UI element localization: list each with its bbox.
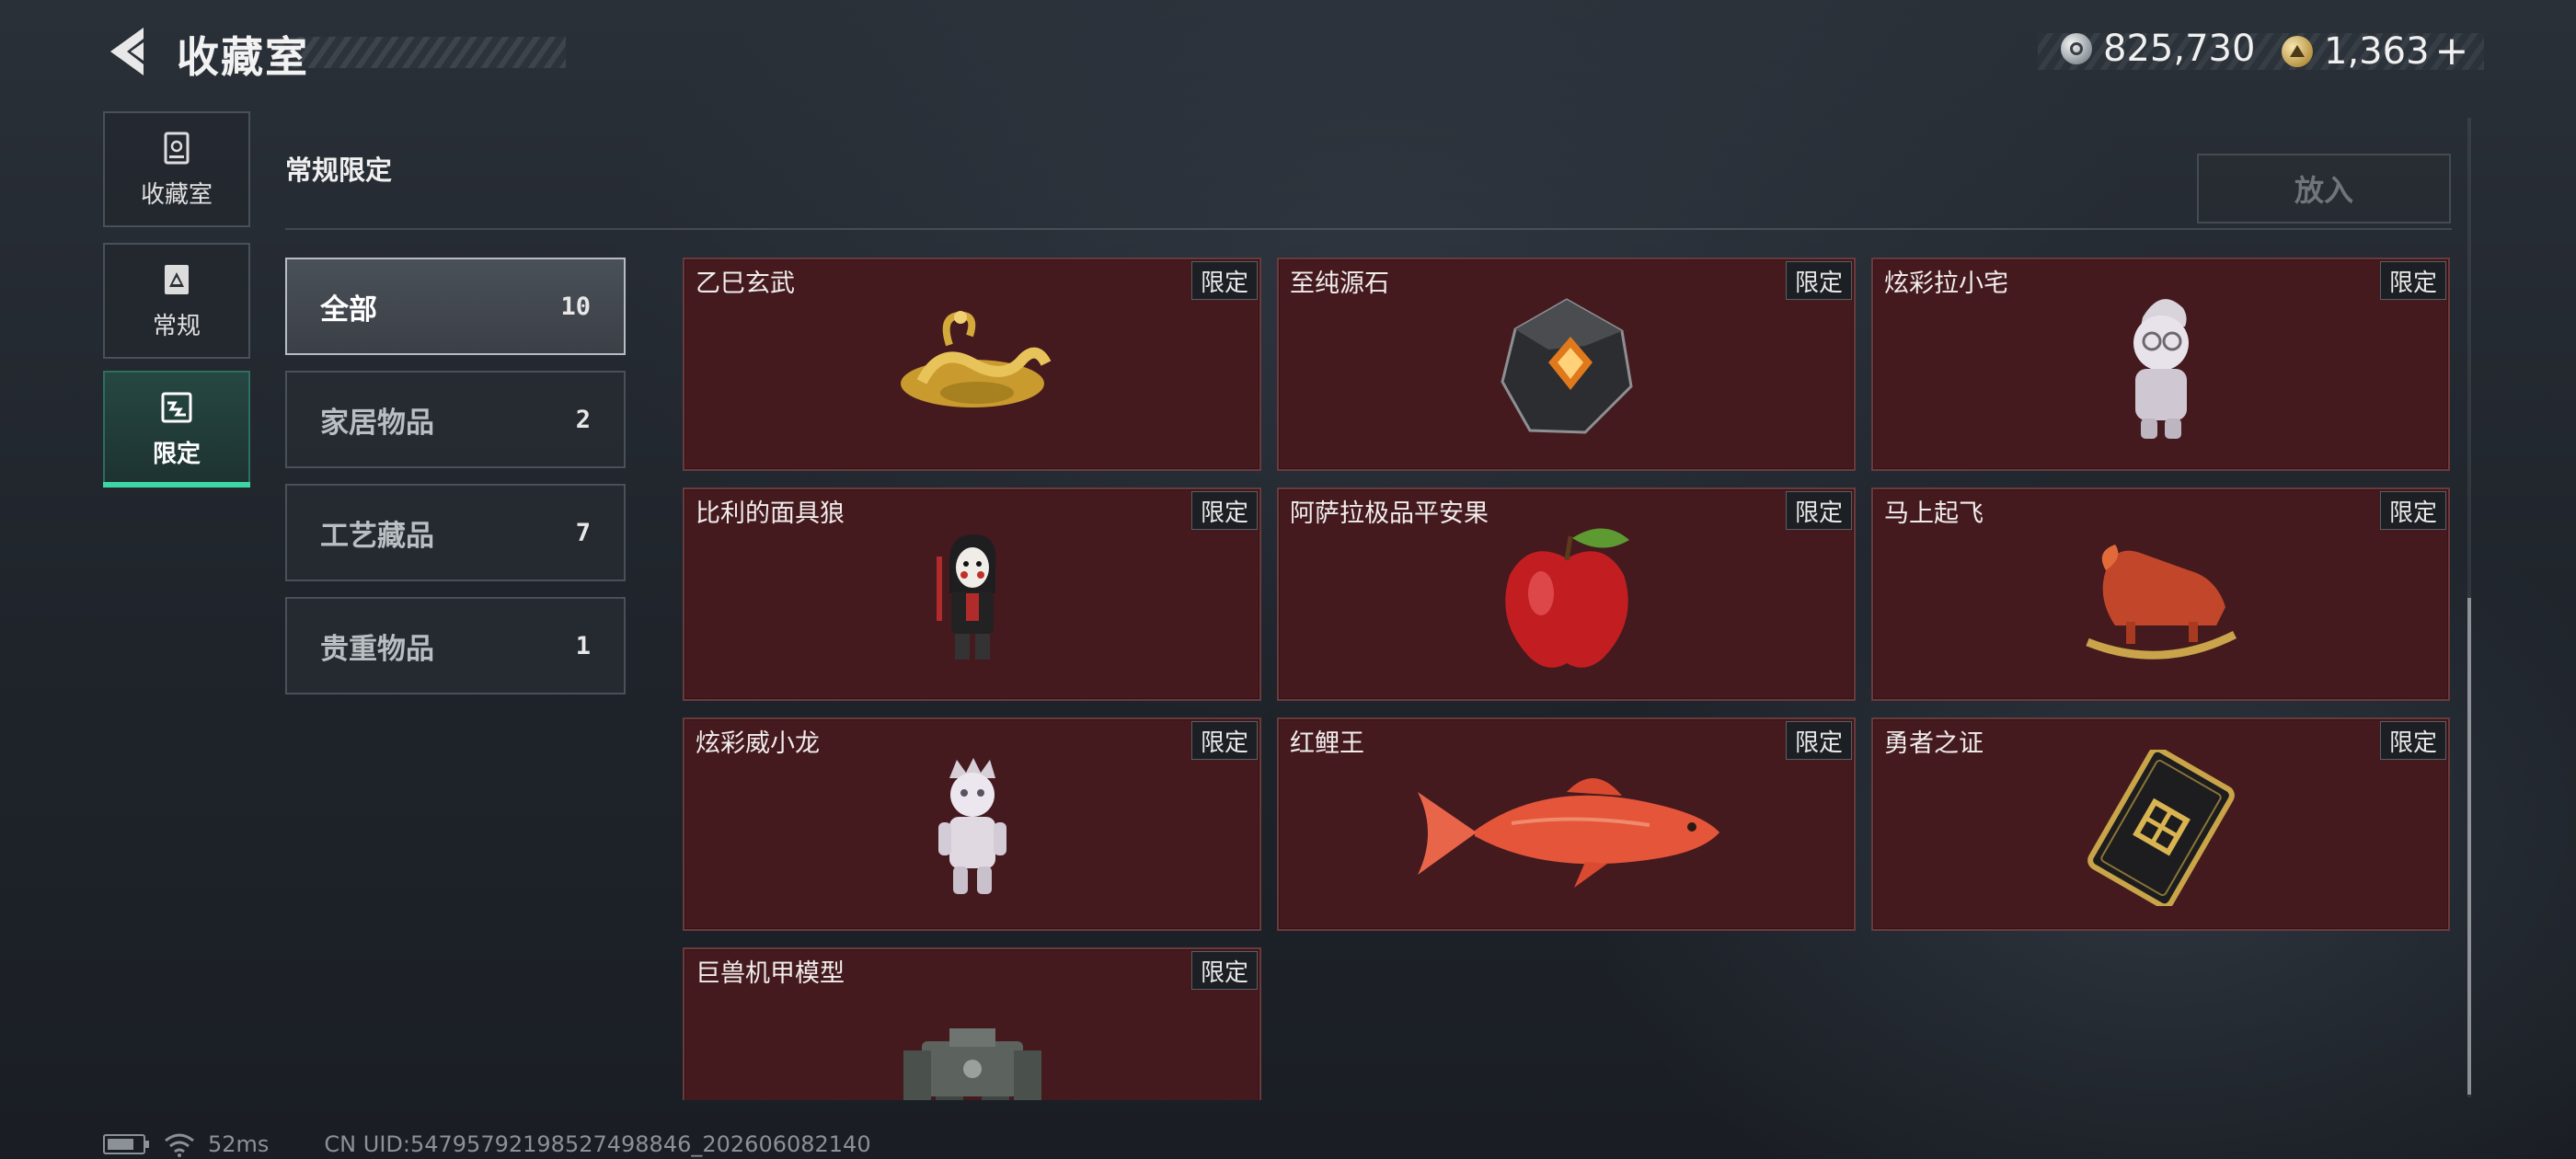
active-rail-indicator bbox=[103, 482, 250, 488]
item-name: 炫彩拉小宅 bbox=[1884, 270, 2008, 298]
collection-room-icon bbox=[164, 132, 190, 164]
silver-currency: 825,730 bbox=[2061, 28, 2255, 70]
gold-currency-value: 1,363 bbox=[2324, 29, 2430, 73]
status-bar: 52ms CN UID:5479579219852749884​6_202606… bbox=[103, 1130, 871, 1159]
regular-icon bbox=[165, 264, 189, 294]
golden-dragon-icon bbox=[900, 311, 1051, 407]
limited-tag: 限定 bbox=[1191, 721, 1258, 760]
silver-coin-icon bbox=[2061, 33, 2092, 64]
scrollbar-thumb[interactable] bbox=[2467, 598, 2471, 1095]
top-bar: 收藏室 825,730 1,363 + bbox=[0, 0, 2576, 103]
add-currency-icon[interactable]: + bbox=[2435, 28, 2469, 75]
puppet-figure-icon bbox=[936, 534, 995, 660]
rail-item-label: 限定 bbox=[152, 440, 201, 468]
item-card[interactable]: 红鲤王 限定 bbox=[1277, 717, 1856, 931]
doll-figure-icon bbox=[937, 758, 1006, 894]
battery-icon bbox=[103, 1134, 149, 1154]
item-card[interactable]: 马上起飞 限定 bbox=[1871, 488, 2450, 701]
filter-count: 1 bbox=[575, 631, 591, 660]
rail-item-label: 常规 bbox=[152, 312, 201, 340]
filter-count: 10 bbox=[560, 292, 591, 321]
rail-item-regular[interactable]: 常规 bbox=[103, 243, 250, 359]
user-uid: CN UID:5479579219852749884​6_20260608214… bbox=[324, 1131, 871, 1157]
limited-tag: 限定 bbox=[1786, 721, 1852, 760]
red-apple-icon bbox=[1504, 528, 1629, 668]
back-button[interactable] bbox=[103, 24, 155, 79]
page-title: 收藏室 bbox=[177, 32, 309, 82]
rail-item-limited[interactable]: 限定 bbox=[103, 371, 250, 487]
limited-tag: 限定 bbox=[2380, 261, 2446, 300]
item-name: 至纯源石 bbox=[1290, 270, 1389, 298]
filter-count: 2 bbox=[575, 405, 591, 434]
item-name: 马上起飞 bbox=[1884, 499, 1984, 528]
item-name: 阿萨拉极品平安果 bbox=[1290, 499, 1489, 528]
place-button[interactable]: 放入 bbox=[2197, 154, 2451, 224]
item-name: 勇者之证 bbox=[1884, 729, 1984, 758]
back-arrow-icon bbox=[110, 28, 144, 75]
filter-name: 贵重物品 bbox=[320, 632, 434, 666]
item-card[interactable]: 比利的面具狼 限定 bbox=[683, 488, 1261, 701]
item-name: 比利的面具狼 bbox=[696, 499, 845, 528]
silver-currency-value: 825,730 bbox=[2103, 28, 2256, 70]
item-card[interactable]: 乙巳玄武 限定 bbox=[683, 258, 1261, 471]
rocking-horse-icon bbox=[2085, 545, 2237, 660]
limited-tag: 限定 bbox=[1191, 261, 1258, 300]
mech-model-icon bbox=[903, 1028, 1041, 1100]
filter-crafts[interactable]: 工艺藏品 7 bbox=[285, 484, 626, 581]
gold-coin-icon bbox=[2282, 35, 2313, 67]
ping-value: 52ms bbox=[208, 1131, 270, 1157]
limited-tag: 限定 bbox=[1786, 261, 1852, 300]
filter-name: 全部 bbox=[320, 293, 377, 327]
figurine-icon bbox=[2133, 299, 2189, 439]
wifi-icon bbox=[165, 1133, 194, 1157]
item-grid: 乙巳玄武 限定 至纯源石 限定 炫彩拉小宅 限定 比利的面具狼 限定 阿萨拉极品… bbox=[683, 258, 2454, 1100]
item-name: 红鲤王 bbox=[1290, 729, 1364, 758]
limited-tag: 限定 bbox=[2380, 491, 2446, 530]
limited-icon bbox=[161, 392, 192, 422]
section-title: 常规限定 bbox=[285, 155, 393, 186]
item-name: 乙巳玄武 bbox=[696, 270, 795, 298]
limited-tag: 限定 bbox=[1191, 951, 1258, 990]
source-stone-icon bbox=[1500, 298, 1633, 434]
filter-name: 家居物品 bbox=[320, 406, 434, 440]
title-decoration bbox=[276, 37, 566, 68]
filter-home-items[interactable]: 家居物品 2 bbox=[285, 371, 626, 468]
filter-name: 工艺藏品 bbox=[320, 519, 434, 553]
red-carp-icon bbox=[1417, 777, 1719, 888]
header-divider bbox=[285, 228, 2452, 230]
item-card[interactable]: 阿萨拉极品平安果 限定 bbox=[1277, 488, 1856, 701]
item-card[interactable]: 巨兽机甲模型 限定 bbox=[683, 947, 1261, 1100]
limited-tag: 限定 bbox=[1786, 491, 1852, 530]
item-name: 炫彩威小龙 bbox=[696, 729, 820, 758]
rail-item-collection-room[interactable]: 收藏室 bbox=[103, 111, 250, 227]
item-card[interactable]: 炫彩威小龙 限定 bbox=[683, 717, 1261, 931]
limited-tag: 限定 bbox=[1191, 491, 1258, 530]
limited-tag: 限定 bbox=[2380, 721, 2446, 760]
item-name: 巨兽机甲模型 bbox=[696, 959, 845, 988]
badge-card-icon bbox=[2087, 750, 2235, 906]
filter-all[interactable]: 全部 10 bbox=[285, 258, 626, 355]
item-card[interactable]: 至纯源石 限定 bbox=[1277, 258, 1856, 471]
item-card[interactable]: 炫彩拉小宅 限定 bbox=[1871, 258, 2450, 471]
item-card[interactable]: 勇者之证 限定 bbox=[1871, 717, 2450, 931]
gold-currency[interactable]: 1,363 + bbox=[2282, 28, 2468, 75]
filter-count: 7 bbox=[575, 518, 591, 547]
rail-item-label: 收藏室 bbox=[140, 180, 213, 209]
filter-valuables[interactable]: 贵重物品 1 bbox=[285, 597, 626, 694]
